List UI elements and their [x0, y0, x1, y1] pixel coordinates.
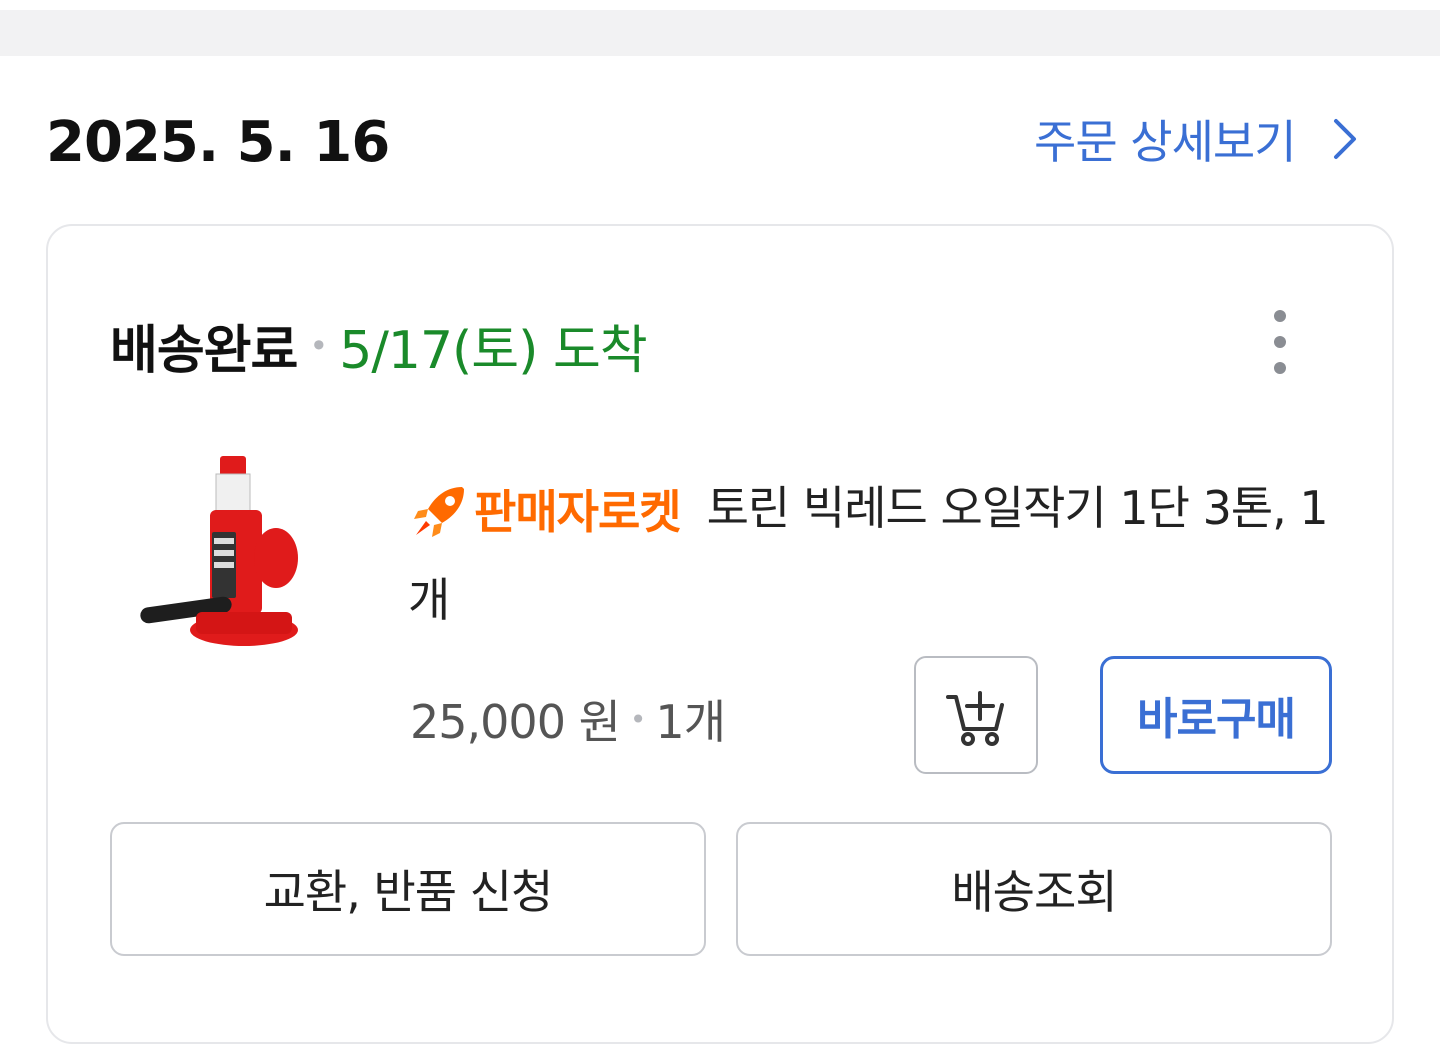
delivery-status-row: 배송완료 • 5/17(토) 도착: [110, 308, 648, 383]
seller-rocket-badge: 판매자로켓: [408, 468, 682, 556]
more-dot: [1274, 310, 1286, 322]
product-price: 25,000 원: [410, 695, 621, 749]
top-separator: [0, 0, 1440, 56]
more-dot: [1274, 336, 1286, 348]
order-detail-label: 주문 상세보기: [1034, 115, 1297, 169]
order-detail-link[interactable]: 주문 상세보기: [1034, 106, 1360, 172]
price-row: 25,000 원 • 1개: [410, 686, 726, 752]
rocket-badge-label: 판매자로켓: [474, 484, 682, 539]
more-dot: [1274, 362, 1286, 374]
track-delivery-button[interactable]: 배송조회: [736, 822, 1332, 956]
order-header: 2025. 5. 16 주문 상세보기: [0, 56, 1440, 226]
product-quantity: 1개: [655, 695, 726, 749]
product-title[interactable]: 판매자로켓 토린 빅레드 오일작기 1단 3톤, 1개: [408, 464, 1329, 644]
rocket-icon: [414, 486, 464, 537]
arrival-date: 5/17(토) 도착: [339, 321, 647, 381]
return-exchange-button[interactable]: 교환, 반품 신청: [110, 822, 706, 956]
order-card: 배송완료 • 5/17(토) 도착 판매자로켓 토린 빅레드 오일작기 1단 3…: [46, 224, 1394, 1044]
product-image[interactable]: [140, 452, 320, 672]
separator-dot: •: [309, 326, 328, 365]
delivery-status: 배송완료: [110, 321, 298, 381]
cart-plus-icon: [946, 691, 1004, 746]
separator-dot: •: [629, 702, 646, 736]
buy-now-button[interactable]: 바로구매: [1100, 656, 1332, 774]
more-options-icon[interactable]: [1262, 310, 1298, 374]
add-to-cart-button[interactable]: [914, 656, 1038, 774]
separator-band: [0, 10, 1440, 56]
chevron-right-icon: [1333, 119, 1356, 159]
order-date: 2025. 5. 16: [46, 110, 390, 175]
